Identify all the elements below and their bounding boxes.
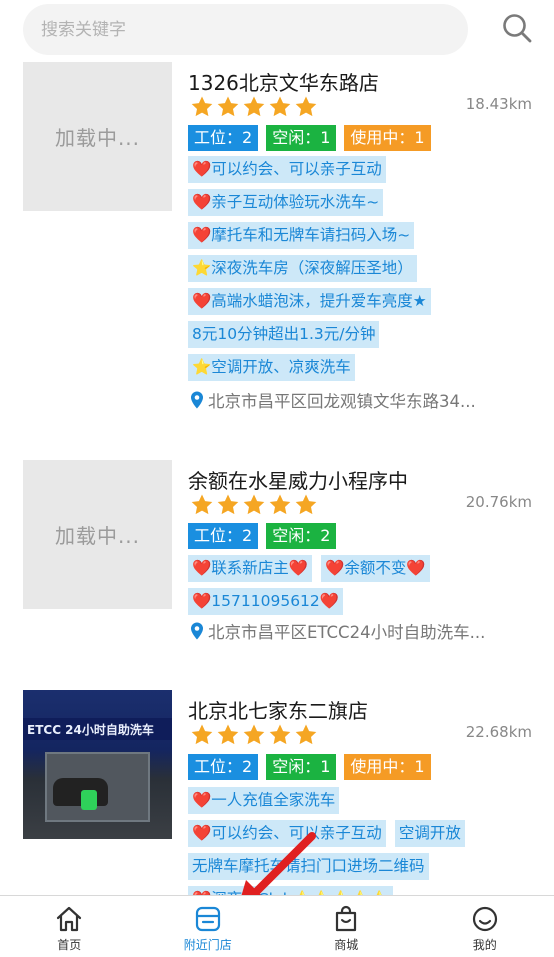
feature-tag: 8元10分钟超出1.3元/分钟 [188, 321, 380, 348]
feature-tag: ❤️可以约会、可以亲子互动 [188, 820, 386, 847]
star-icon [243, 724, 265, 745]
star-icon [295, 96, 317, 117]
status-row: 工位：2 空闲：1 使用中：1 [188, 754, 431, 780]
feature-tag: ❤️摩托车和无牌车请扫码入场~ [188, 222, 415, 249]
distance: 20.76km [465, 493, 532, 511]
distance: 18.43km [465, 95, 532, 113]
search-bar[interactable] [23, 4, 468, 55]
tag-row: ❤️高端水蜡泡沫，提升爱车亮度★ [188, 288, 528, 315]
shopping-bag-icon [336, 905, 357, 932]
tab-label: 附近门店 [183, 938, 232, 952]
tag-row: ❤️15711095612❤️ [188, 588, 528, 615]
store-photo: ETCC 24小时自助洗车 [23, 690, 172, 839]
tag-list: ❤️可以约会、可以亲子互动 ❤️亲子互动体验玩水洗车~ ❤️摩托车和无牌车请扫码入场… [188, 156, 528, 387]
tab-mine[interactable]: 我的 [416, 896, 554, 957]
tag-row: ❤️可以约会、可以亲子互动 空调开放 [188, 820, 528, 847]
star-icon [269, 724, 291, 745]
distance: 22.68km [465, 723, 532, 741]
tag-row: ❤️联系新店主❤️ ❤️余额不变❤️ [188, 555, 528, 582]
rating-stars [190, 723, 318, 747]
store-thumbnail: 加载中... [23, 460, 172, 609]
tag-row: ❤️亲子互动体验玩水洗车~ [188, 189, 528, 216]
tag-row: ❤️摩托车和无牌车请扫码入场~ [188, 222, 528, 249]
store-address: 北京市昌平区回龙观镇文华东路34... [190, 388, 530, 412]
address-text: 北京市昌平区ETCC24小时自助洗车... [208, 623, 486, 642]
rating-stars [190, 493, 318, 517]
feature-tag: ⭐深夜洗车房（深夜解压圣地） [188, 255, 417, 282]
feature-tag: 空调开放 [394, 820, 465, 847]
store-name: 余额在水星威力小程序中 [188, 469, 408, 493]
star-icon [191, 724, 213, 745]
tab-mall[interactable]: 商城 [277, 896, 416, 957]
tag-row: 无牌车摩托车请扫门口进场二维码 [188, 853, 528, 880]
tag-row: 8元10分钟超出1.3元/分钟 [188, 321, 528, 348]
photo-light [81, 790, 97, 810]
photo-sign: ETCC 24小时自助洗车 [23, 718, 172, 740]
star-icon [243, 96, 265, 117]
star-icon [243, 494, 265, 515]
feature-tag: ❤️一人充值全家洗车 [188, 787, 340, 814]
star-icon [191, 96, 213, 117]
status-row: 工位：2 空闲：1 使用中：1 [188, 125, 431, 151]
smile-face-icon [472, 906, 497, 932]
feature-tag: ❤️高端水蜡泡沫，提升爱车亮度★ [188, 288, 431, 315]
star-icon [217, 724, 239, 745]
bottom-tab-bar: 首页 附近门店 商城 我的 [0, 895, 554, 957]
tab-label: 商城 [334, 938, 359, 952]
feature-tag: ❤️余额不变❤️ [321, 555, 430, 582]
home-icon [57, 906, 82, 932]
status-badge-idle: 空闲：1 [266, 754, 337, 780]
store-card[interactable]: 加载中... 1326北京文华东路店 18.43km 工位：2 空闲：1 使用中：1… [0, 62, 554, 422]
feature-tag: 无牌车摩托车请扫门口进场二维码 [188, 853, 429, 880]
feature-tag: ⭐空调开放、凉爽洗车 [188, 354, 355, 381]
store-address: 北京市昌平区ETCC24小时自助洗车... [190, 619, 530, 643]
loading-text: 加载中... [54, 524, 141, 548]
status-badge-work: 工位：2 [188, 754, 259, 780]
location-pin-icon [191, 391, 203, 409]
store-name: 北京北七家东二旗店 [188, 699, 368, 723]
status-row: 工位：2 空闲：2 [188, 523, 337, 549]
store-thumbnail: 加载中... [23, 62, 172, 211]
search-input[interactable] [41, 4, 441, 55]
tab-nearby-stores[interactable]: 附近门店 [139, 896, 278, 957]
status-badge-idle: 空闲：1 [266, 125, 337, 151]
tag-row: ❤️可以约会、可以亲子互动 [188, 156, 528, 183]
status-badge-idle: 空闲：2 [266, 523, 337, 549]
status-badge-work: 工位：2 [188, 125, 259, 151]
store-card[interactable]: 加载中... 余额在水星威力小程序中 20.76km 工位：2 空闲：2 ❤️联系… [0, 460, 554, 650]
search-icon[interactable] [501, 12, 533, 44]
star-icon [269, 96, 291, 117]
feature-tag: ❤️可以约会、可以亲子互动 [188, 156, 386, 183]
tab-label: 我的 [472, 938, 497, 952]
feature-tag: ❤️亲子互动体验玩水洗车~ [188, 189, 384, 216]
tag-row: ⭐空调开放、凉爽洗车 [188, 354, 528, 381]
store-card[interactable]: ETCC 24小时自助洗车 北京北七家东二旗店 22.68km 工位：2 空闲：1… [0, 690, 554, 913]
status-badge-work: 工位：2 [188, 523, 259, 549]
store-name: 1326北京文华东路店 [188, 71, 379, 95]
rating-stars [190, 95, 318, 119]
tab-home[interactable]: 首页 [0, 896, 139, 957]
status-badge-busy: 使用中：1 [344, 754, 431, 780]
star-icon [295, 494, 317, 515]
tag-list: ❤️联系新店主❤️ ❤️余额不变❤️ ❤️15711095612❤️ [188, 555, 528, 621]
star-icon [295, 724, 317, 745]
tag-row: ❤️一人充值全家洗车 [188, 787, 528, 814]
status-badge-busy: 使用中：1 [344, 125, 431, 151]
star-icon [217, 494, 239, 515]
feature-tag: ❤️联系新店主❤️ [188, 555, 313, 582]
location-pin-icon [191, 622, 203, 640]
feature-tag: ❤️15711095612❤️ [188, 588, 344, 615]
star-icon [191, 494, 213, 515]
tab-label: 首页 [57, 938, 82, 952]
tag-row: ⭐深夜洗车房（深夜解压圣地） [188, 255, 528, 282]
address-text: 北京市昌平区回龙观镇文华东路34... [208, 392, 476, 411]
star-icon [269, 494, 291, 515]
star-icon [217, 96, 239, 117]
store-icon [195, 906, 220, 932]
loading-text: 加载中... [54, 126, 141, 150]
